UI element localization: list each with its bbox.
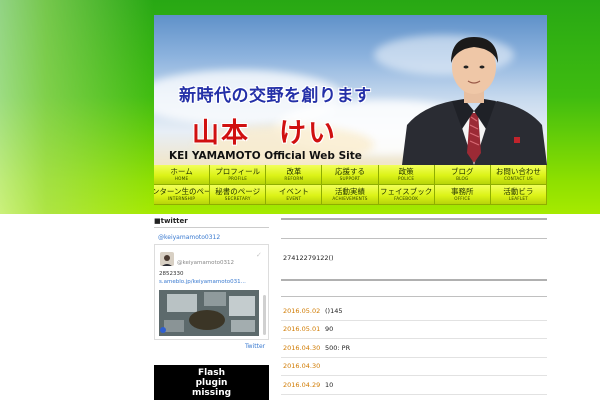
news-date: 2016.04.29 bbox=[283, 381, 321, 389]
nav-sublabel: CONTACT US bbox=[503, 176, 533, 181]
site-subtitle: KEI YAMAMOTO Official Web Site bbox=[169, 150, 362, 162]
nav-item-reform[interactable]: 改革 REFORM bbox=[266, 165, 323, 185]
nav-label: 活動実績 bbox=[334, 187, 365, 196]
tweet-photo[interactable] bbox=[159, 290, 259, 336]
nav-sublabel: REFORM bbox=[284, 176, 304, 181]
news-list-item[interactable]: 2016.04.30 500: PR bbox=[281, 340, 547, 358]
nav-sublabel: BLOG bbox=[456, 176, 469, 181]
header-background-highlight bbox=[0, 0, 154, 214]
avatar[interactable] bbox=[160, 252, 174, 266]
nav-item-leaflet[interactable]: 活動ビラ LEAFLET bbox=[490, 185, 547, 205]
main-navigation: ホーム HOME プロフィール PROFILE 改革 REFORM 応援する S… bbox=[154, 165, 547, 205]
nav-item-policy[interactable]: 政策 POLICE bbox=[378, 165, 435, 185]
twitter-section-title: ■twitter bbox=[154, 217, 188, 225]
divider bbox=[281, 296, 547, 297]
nav-sublabel: SECRETARY bbox=[224, 196, 251, 201]
nav-item-contact[interactable]: お問い合わせ CONTACT US bbox=[490, 165, 547, 185]
flash-plugin-placeholder: Flash plugin missing bbox=[154, 365, 269, 400]
widget-scrollbar[interactable] bbox=[263, 295, 266, 335]
nav-label: ホーム bbox=[170, 167, 193, 176]
divider bbox=[281, 238, 547, 239]
nav-label: フェイスブック bbox=[379, 187, 433, 196]
nav-sublabel: INTERNSHIP bbox=[167, 196, 196, 201]
candidate-portrait bbox=[402, 37, 547, 165]
news-date: 2016.04.30 bbox=[283, 344, 321, 352]
news-title[interactable]: 500: PR bbox=[325, 344, 350, 352]
nav-label: イベント bbox=[278, 187, 309, 196]
tweet-author[interactable]: @keiyamamoto0312 bbox=[177, 260, 234, 266]
nav-item-achievements[interactable]: 活動実績 ACHIEVEMENTS bbox=[322, 185, 379, 205]
nav-item-facebook[interactable]: フェイスブック FACEBOOK bbox=[378, 185, 435, 205]
news-list-item[interactable]: 2016.04.30 bbox=[281, 358, 547, 376]
tweet-text: 2852330 bbox=[159, 271, 184, 277]
nav-label: 秘書のページ bbox=[215, 187, 261, 196]
site-tagline: 新時代の交野を創ります bbox=[179, 86, 372, 106]
nav-sublabel: PROFILE bbox=[228, 176, 248, 181]
nav-sublabel: SUPPORT bbox=[339, 176, 361, 181]
twitter-handle-link[interactable]: @keiyamamoto0312 bbox=[158, 234, 220, 241]
nav-sublabel: POLICE bbox=[398, 176, 415, 181]
nav-label: ブログ bbox=[451, 167, 474, 176]
news-title[interactable]: 10 bbox=[325, 381, 333, 389]
nav-label: 活動ビラ bbox=[503, 187, 534, 196]
nav-sublabel: OFFICE bbox=[454, 196, 471, 201]
nav-sublabel: EVENT bbox=[286, 196, 302, 201]
nav-label: プロフィール bbox=[215, 167, 261, 176]
nav-label: 改革 bbox=[286, 167, 302, 176]
nav-sublabel: LEAFLET bbox=[508, 196, 529, 201]
divider bbox=[281, 279, 547, 281]
tweet-link[interactable]: s.ameblo.jp/keiyamamoto031... bbox=[159, 279, 246, 285]
news-title[interactable]: 90 bbox=[325, 325, 333, 333]
nav-item-secretary[interactable]: 秘書のページ SECRETARY bbox=[210, 185, 267, 205]
twitter-footer-link[interactable]: Twitter bbox=[245, 343, 265, 350]
content-text: 27412279122() bbox=[283, 254, 334, 262]
divider bbox=[281, 218, 547, 220]
nav-item-internship[interactable]: インターン生のページ INTERNSHIP bbox=[154, 185, 211, 205]
nav-label: インターン生のページ bbox=[154, 187, 209, 196]
news-date: 2016.04.30 bbox=[283, 362, 321, 370]
nav-label: 政策 bbox=[398, 167, 414, 176]
nav-label: お問い合わせ bbox=[495, 167, 541, 176]
nav-sublabel: ACHIEVEMENTS bbox=[332, 196, 368, 201]
nav-item-event[interactable]: イベント EVENT bbox=[266, 185, 323, 205]
twitter-bird-icon: ✓ bbox=[256, 251, 262, 259]
nav-label: 応援する bbox=[334, 167, 365, 176]
flash-missing-text: Flash plugin missing bbox=[191, 367, 232, 398]
divider bbox=[154, 227, 269, 228]
nav-item-profile[interactable]: プロフィール PROFILE bbox=[210, 165, 267, 185]
nav-label: 事務所 bbox=[451, 187, 474, 196]
news-title[interactable]: ()145 bbox=[325, 307, 342, 315]
nav-sublabel: HOME bbox=[174, 176, 189, 181]
news-list-item[interactable]: 2016.05.02 ()145 bbox=[281, 303, 547, 321]
twitter-timeline-widget[interactable]: @keiyamamoto0312 ✓ 2852330 s.ameblo.jp/k… bbox=[154, 244, 269, 340]
nav-item-blog[interactable]: ブログ BLOG bbox=[434, 165, 491, 185]
news-date: 2016.05.02 bbox=[283, 307, 321, 315]
nav-item-home[interactable]: ホーム HOME bbox=[154, 165, 211, 185]
nav-sublabel: FACEBOOK bbox=[394, 196, 419, 201]
news-list-item[interactable]: 2016.05.01 90 bbox=[281, 321, 547, 339]
candidate-name: 山本 けい bbox=[192, 118, 337, 149]
nav-item-office[interactable]: 事務所 OFFICE bbox=[434, 185, 491, 205]
nav-item-support[interactable]: 応援する SUPPORT bbox=[322, 165, 379, 185]
site-header-banner: 新時代の交野を創ります 山本 けい KEI YAMAMOTO Official … bbox=[154, 15, 547, 165]
news-date: 2016.05.01 bbox=[283, 325, 321, 333]
news-list-item[interactable]: 2016.04.29 10 bbox=[281, 377, 547, 395]
